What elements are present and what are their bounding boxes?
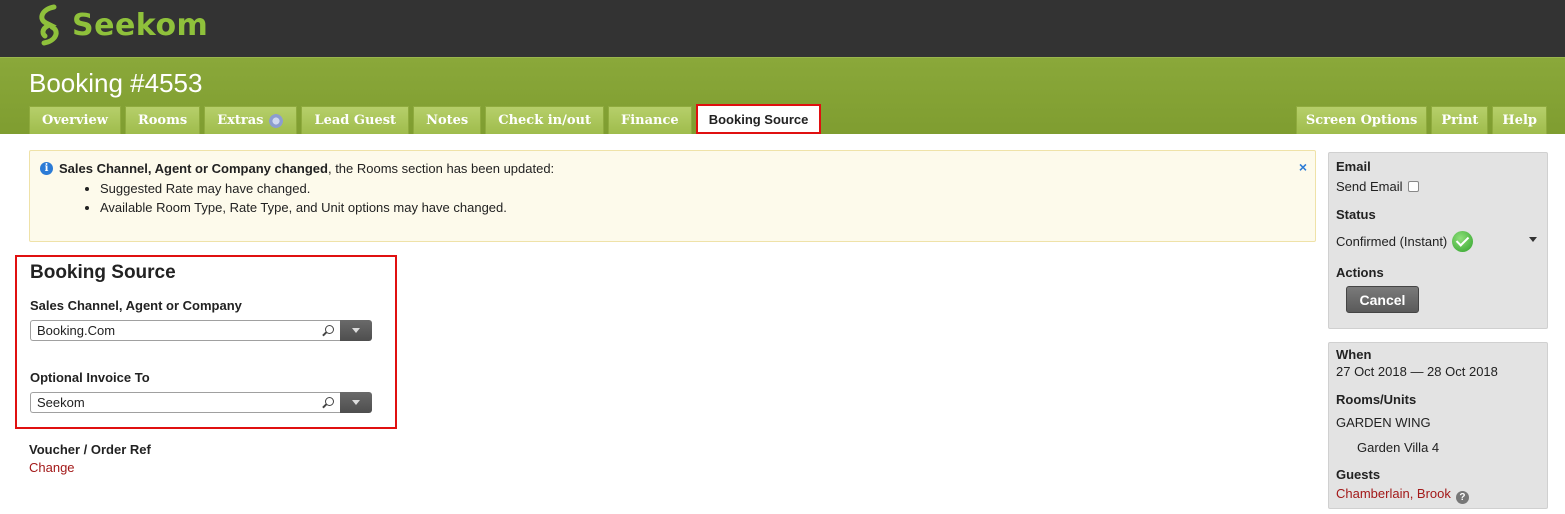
room-group: GARDEN WING xyxy=(1336,415,1431,430)
tab-screen-options[interactable]: Screen Options xyxy=(1295,106,1428,134)
tab-label: Notes xyxy=(426,113,469,128)
tab-print[interactable]: Print xyxy=(1431,106,1489,134)
tab-rooms[interactable]: Rooms xyxy=(124,106,201,134)
email-heading: Email xyxy=(1336,159,1371,174)
when-value: 27 Oct 2018 — 28 Oct 2018 xyxy=(1336,364,1498,379)
sales-channel-value: Booking.Com xyxy=(37,323,116,338)
notice-message: i Sales Channel, Agent or Company change… xyxy=(40,161,554,176)
page-title: Booking #4553 xyxy=(29,68,203,98)
close-icon[interactable]: × xyxy=(1299,159,1307,175)
tab-notes[interactable]: Notes xyxy=(413,106,482,134)
booking-actions-panel: Email Send Email Status Confirmed (Insta… xyxy=(1328,152,1548,329)
info-icon: i xyxy=(40,162,53,175)
seekom-logo-icon xyxy=(39,4,59,46)
tab-label: Extras xyxy=(217,113,264,128)
guest-row: Chamberlain, Brook? xyxy=(1336,486,1469,504)
seekom-logo[interactable]: Seekom xyxy=(32,2,208,48)
tab-help[interactable]: Help xyxy=(1492,106,1547,134)
notice-text: , the Rooms section has been updated: xyxy=(327,161,555,176)
invoice-value: Seekom xyxy=(37,395,85,410)
booking-summary-panel: When 27 Oct 2018 — 28 Oct 2018 Rooms/Uni… xyxy=(1328,342,1548,509)
notice-bold: Sales Channel, Agent or Company changed xyxy=(59,161,328,176)
tab-extras[interactable]: Extras xyxy=(204,106,298,134)
tab-label: Booking Source xyxy=(708,111,809,127)
tab-label: Rooms xyxy=(137,113,188,128)
actions-heading: Actions xyxy=(1336,265,1384,280)
search-icon[interactable] xyxy=(322,324,334,337)
tab-label: Lead Guest xyxy=(314,113,397,128)
send-email-checkbox[interactable] xyxy=(1408,181,1420,192)
update-notice: i Sales Channel, Agent or Company change… xyxy=(29,150,1316,242)
guests-heading: Guests xyxy=(1336,467,1381,482)
invoice-label: Optional Invoice To xyxy=(30,370,150,385)
status-select[interactable]: Confirmed (Instant) xyxy=(1336,231,1541,252)
tab-label: Help xyxy=(1502,113,1537,128)
tab-finance[interactable]: Finance xyxy=(608,106,692,134)
list-item: Suggested Rate may have changed. xyxy=(100,179,507,198)
list-item: Available Room Type, Rate Type, and Unit… xyxy=(100,198,507,217)
chevron-down-icon xyxy=(352,400,360,405)
tab-label: Overview xyxy=(42,113,108,128)
tab-label: Print xyxy=(1441,113,1479,128)
send-email-row: Send Email xyxy=(1336,179,1420,194)
chevron-down-icon xyxy=(352,328,360,333)
sales-channel-label: Sales Channel, Agent or Company xyxy=(30,298,242,313)
tab-label: Screen Options xyxy=(1305,113,1418,128)
sales-channel-input[interactable]: Booking.Com xyxy=(30,320,340,341)
tab-check-in-out[interactable]: Check in/out xyxy=(485,106,605,134)
gear-icon xyxy=(268,112,285,129)
right-tab-bar: Screen Options Print Help xyxy=(1292,106,1547,134)
tab-overview[interactable]: Overview xyxy=(29,106,121,134)
voucher-label: Voucher / Order Ref xyxy=(29,442,151,457)
search-icon[interactable] xyxy=(322,396,334,409)
notice-list: Suggested Rate may have changed. Availab… xyxy=(100,179,507,217)
tab-lead-guest[interactable]: Lead Guest xyxy=(301,106,410,134)
when-heading: When xyxy=(1336,347,1372,362)
rooms-heading: Rooms/Units xyxy=(1336,392,1417,407)
invoice-combo: Seekom xyxy=(30,392,372,413)
tab-bar: Overview Rooms Extras Lead Guest Notes C… xyxy=(29,104,825,134)
send-email-label: Send Email xyxy=(1336,179,1403,194)
help-icon[interactable]: ? xyxy=(1455,491,1469,504)
guest-link[interactable]: Chamberlain, Brook xyxy=(1336,486,1451,501)
tab-label: Finance xyxy=(621,113,679,128)
tab-booking-source[interactable]: Booking Source xyxy=(695,104,822,134)
invoice-input[interactable]: Seekom xyxy=(30,392,340,413)
check-circle-icon xyxy=(1452,231,1474,252)
status-value: Confirmed (Instant) xyxy=(1336,234,1448,249)
brand-name: Seekom xyxy=(72,7,209,43)
status-heading: Status xyxy=(1336,207,1376,222)
header-band: Booking #4553 Overview Rooms Extras Lead… xyxy=(0,57,1565,134)
room-unit: Garden Villa 4 xyxy=(1357,440,1440,455)
booking-source-panel: Booking Source Sales Channel, Agent or C… xyxy=(15,255,397,429)
tab-label: Check in/out xyxy=(498,113,592,128)
chevron-down-icon[interactable] xyxy=(1529,237,1537,242)
sales-channel-combo: Booking.Com xyxy=(30,320,372,341)
top-bar: Seekom xyxy=(0,0,1565,57)
section-title: Booking Source xyxy=(30,262,176,283)
voucher-change-link[interactable]: Change xyxy=(29,460,75,475)
cancel-button[interactable]: Cancel xyxy=(1346,286,1419,313)
sales-channel-dropdown-button[interactable] xyxy=(340,320,372,341)
invoice-dropdown-button[interactable] xyxy=(340,392,372,413)
